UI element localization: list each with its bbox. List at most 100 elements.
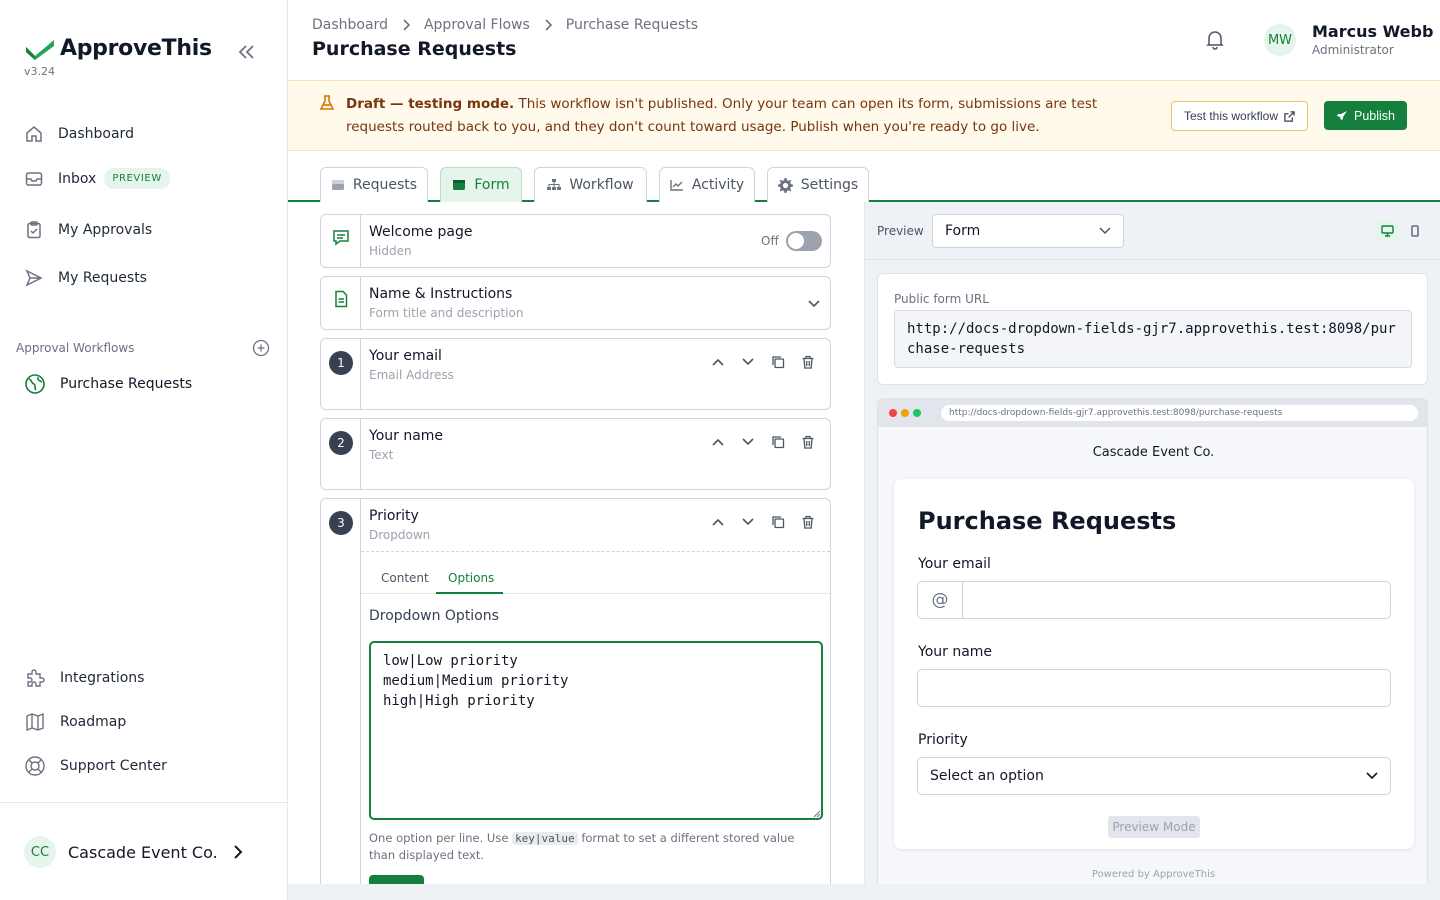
sidebar: ApproveThis v3.24 Dashboard Inbox PREVIE…	[0, 0, 288, 900]
preview-form-title: Purchase Requests	[918, 507, 1177, 535]
chevron-down-icon[interactable]	[807, 299, 821, 309]
org-name: Cascade Event Co.	[68, 842, 218, 862]
sidebar-item-my-requests[interactable]: My Requests	[24, 268, 147, 288]
move-up-icon[interactable]	[711, 357, 725, 367]
approval-workflows-heading: Approval Workflows	[16, 341, 135, 355]
chevron-right-icon	[233, 845, 243, 859]
form-preview-panel: Preview Form Public form URL http://docs…	[864, 202, 1440, 884]
tab-settings[interactable]: Settings	[767, 167, 869, 202]
mobile-view-button[interactable]	[1403, 220, 1427, 242]
line-chart-icon	[670, 180, 683, 191]
card-title: Name & Instructions	[369, 286, 513, 302]
tab-requests[interactable]: Requests	[320, 167, 428, 202]
name-instructions-card[interactable]: Name & Instructions Form title and descr…	[320, 276, 831, 330]
sidebar-item-integrations[interactable]: Integrations	[24, 667, 144, 689]
trash-icon[interactable]	[801, 435, 815, 449]
card-subtitle: Hidden	[369, 244, 412, 258]
preview-mode-button[interactable]: Preview Mode	[1108, 816, 1200, 838]
dropdown-options-textarea[interactable]: low|Low priority medium|Medium priority …	[369, 641, 823, 820]
desktop-view-button[interactable]	[1375, 220, 1399, 242]
logo-check-icon	[26, 39, 54, 60]
lifebuoy-icon	[25, 756, 45, 776]
subtab-divider	[361, 593, 830, 594]
duplicate-icon[interactable]	[771, 355, 785, 369]
preview-priority-label: Priority	[918, 732, 968, 748]
draft-banner: Draft — testing mode. This workflow isn'…	[288, 80, 1440, 151]
move-down-icon[interactable]	[741, 437, 755, 447]
sidebar-item-label: Inbox	[58, 170, 97, 187]
chat-icon	[333, 230, 349, 246]
chevron-down-icon	[1099, 227, 1111, 235]
subtab-options[interactable]: Options	[448, 571, 494, 585]
card-gutter	[321, 215, 361, 267]
page-title: Purchase Requests	[312, 38, 517, 60]
app-logo[interactable]: ApproveThis	[24, 36, 212, 61]
move-down-icon[interactable]	[741, 357, 755, 367]
globe-icon	[25, 374, 45, 394]
sidebar-item-inbox[interactable]: Inbox PREVIEW	[24, 168, 170, 189]
browser-toolbar: http://docs-dropdown-fields-gjr7.approve…	[878, 399, 1427, 427]
field-card-priority[interactable]: 3 Priority Dropdown Content Options Drop…	[320, 498, 831, 884]
preview-priority-select[interactable]: Select an option	[917, 757, 1391, 795]
sidebar-item-label: Support Center	[60, 758, 167, 774]
resize-handle-icon[interactable]	[813, 810, 821, 818]
org-switcher[interactable]: CC Cascade Event Co.	[24, 836, 244, 868]
tab-workflow[interactable]: Workflow	[534, 167, 647, 202]
tab-label: Requests	[352, 177, 418, 193]
help-code: key|value	[512, 832, 578, 845]
sidebar-item-label: My Approvals	[58, 222, 153, 238]
preview-mode-select[interactable]: Form	[932, 214, 1124, 248]
sidebar-item-support-center[interactable]: Support Center	[24, 755, 167, 777]
trash-icon[interactable]	[801, 355, 815, 369]
breadcrumb-approval-flows[interactable]: Approval Flows	[424, 17, 530, 33]
public-url-label: Public form URL	[894, 292, 989, 306]
welcome-page-card[interactable]: Welcome page Hidden Off	[320, 214, 831, 268]
app-version: v3.24	[24, 65, 56, 78]
document-icon	[335, 290, 348, 308]
sidebar-item-my-approvals[interactable]: My Approvals	[24, 220, 152, 240]
tab-form[interactable]: Form	[440, 167, 522, 202]
move-up-icon[interactable]	[711, 517, 725, 527]
banner-message: Draft — testing mode. This workflow isn'…	[346, 93, 1146, 139]
trash-icon[interactable]	[801, 515, 815, 529]
collapse-sidebar-button[interactable]	[236, 42, 256, 62]
preview-email-input[interactable]: @	[917, 581, 1391, 619]
external-link-icon	[1284, 110, 1295, 122]
home-icon	[26, 126, 42, 142]
move-down-icon[interactable]	[741, 517, 755, 527]
clipboard-check-icon	[27, 221, 41, 239]
bell-icon	[1206, 31, 1224, 50]
powered-by: Powered by ApproveThis	[1091, 869, 1216, 880]
duplicate-icon[interactable]	[771, 435, 785, 449]
rocket-icon	[1337, 110, 1347, 120]
sidebar-workflow-purchase-requests[interactable]: Purchase Requests	[24, 373, 192, 395]
card-subtitle: Dropdown	[369, 528, 431, 542]
add-workflow-button[interactable]	[252, 339, 270, 361]
notifications-button[interactable]	[1204, 28, 1226, 54]
card-gutter: 1	[321, 339, 361, 409]
publish-button[interactable]: Publish	[1324, 101, 1407, 130]
welcome-page-toggle[interactable]	[786, 231, 822, 251]
tab-activity[interactable]: Activity	[659, 167, 755, 202]
public-url-field[interactable]: http://docs-dropdown-fields-gjr7.approve…	[894, 310, 1412, 368]
breadcrumb-dashboard[interactable]: Dashboard	[312, 17, 388, 33]
field-card-name[interactable]: 2 Your name Text	[320, 418, 831, 490]
send-icon	[25, 269, 43, 287]
subtab-content[interactable]: Content	[381, 571, 429, 585]
sidebar-item-roadmap[interactable]: Roadmap	[24, 711, 126, 733]
field-card-email[interactable]: 1 Your email Email Address	[320, 338, 831, 410]
duplicate-icon[interactable]	[771, 515, 785, 529]
chevrons-left-icon	[238, 45, 254, 59]
test-workflow-button[interactable]: Test this workflow	[1171, 101, 1309, 131]
app-name: ApproveThis	[60, 36, 212, 61]
public-url-card: Public form URL http://docs-dropdown-fie…	[877, 273, 1428, 385]
user-avatar[interactable]: MW	[1264, 24, 1296, 56]
preview-name-input[interactable]	[917, 669, 1391, 707]
banner-strong: Draft — testing mode.	[346, 96, 515, 112]
sidebar-item-dashboard[interactable]: Dashboard	[24, 124, 134, 144]
test-workflow-label: Test this workflow	[1184, 109, 1279, 123]
desktop-icon	[1380, 225, 1394, 237]
save-options-button[interactable]	[369, 875, 424, 884]
move-up-icon[interactable]	[711, 437, 725, 447]
map-icon	[26, 712, 44, 732]
